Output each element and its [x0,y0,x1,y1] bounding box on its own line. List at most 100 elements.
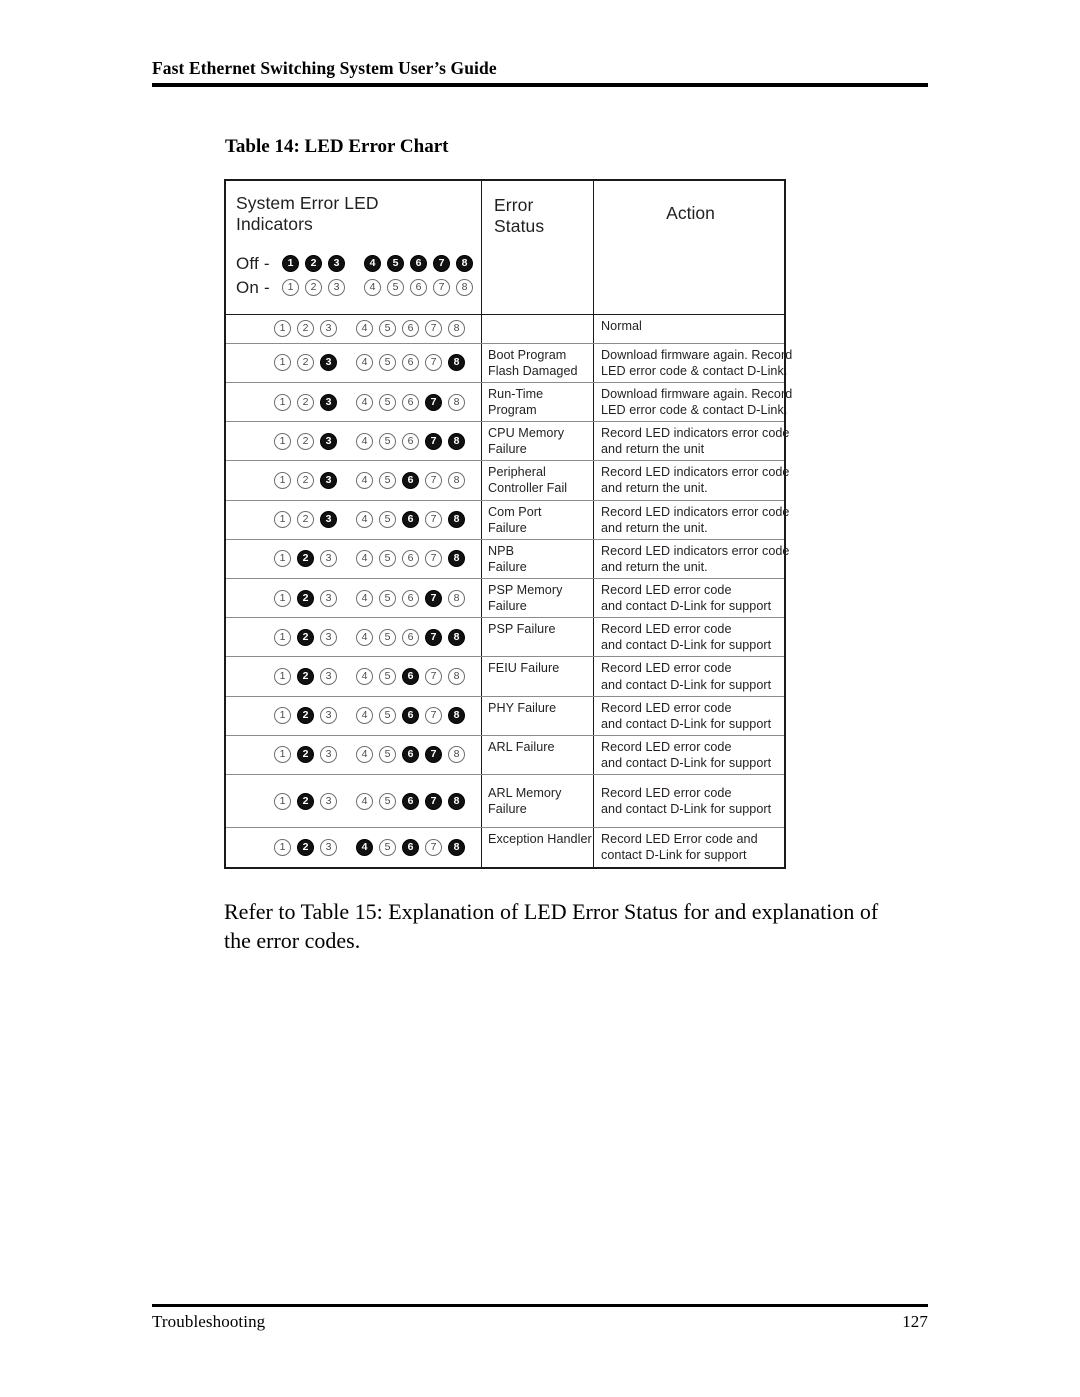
led-indicator-2-off: 2 [297,550,314,568]
led-indicator-1-on: 1 [274,589,291,607]
led-indicator-8-on: 8 [448,668,465,686]
action-line-1: Record LED error code [601,622,732,637]
led-indicator-4-on: 4 [356,354,373,372]
chart-cell-action: Record LED indicators error code and retu… [594,461,794,499]
chart-row: 1 2 3 4 5 6 7 8 PHY Failure Record LED error code… [226,696,784,736]
led-indicator-3-off: 3 [320,432,337,450]
error-status-line-2: Flash Damaged [488,363,578,378]
led-indicator-1-on: 1 [274,792,291,810]
action-text: Record LED error code and contact D-Link … [601,660,780,692]
chart-cell-action: Normal [594,315,784,343]
row-3-group-2: 45678 [356,393,471,411]
action-line-2: and return the unit [601,442,705,457]
chart-header-status-line1: Error [494,195,534,215]
table-caption: Table 14: LED Error Chart [225,136,448,158]
chart-header-leds-line1: System Error LED [236,193,379,213]
table-caption-number: Table 14: [225,136,300,157]
led-indicator-5-on: 5 [379,471,396,489]
chart-header-leds-title: System Error LED Indicators [236,193,481,236]
led-indicator-7-on: 7 [425,707,442,725]
chart-cell-leds: 123 45678 [226,657,482,696]
chart-cell-action: Record LED error code and contact D-Link … [594,657,784,695]
led-indicator-4-on: 4 [356,471,373,489]
chart-header-leds-cell: System Error LED Indicators Off - 123 456… [226,181,482,314]
led-indicator-3-off: 3 [320,393,337,411]
led-indicator-7-off: 7 [425,792,442,810]
led-indicator-1-on: 1 [274,707,291,725]
led-indicator-2-off: 2 [297,707,314,725]
led-indicator-1-on: 1 [274,668,291,686]
led-indicator-2-on: 2 [297,320,314,338]
action-text: Record LED Error code and contact D-Link … [601,831,780,863]
row-10-group-2: 45678 [356,668,471,686]
led-indicator-2-off: 2 [297,668,314,686]
led-indicator-1-on: 1 [274,511,291,529]
row-2-group-1: 123 [274,354,343,372]
row-14-group-2: 45678 [356,838,471,856]
led-strip: 123 45678 [274,393,471,411]
led-indicator-5-on: 5 [379,432,396,450]
legend-on-group-2: 45678 [364,279,479,297]
led-indicator-4-on: 4 [356,511,373,529]
chart-cell-action: Record LED error code and contact D-Link … [594,775,784,827]
footer-page-number: 127 [902,1312,928,1331]
led-indicator-2-on: 2 [297,393,314,411]
chart-cell-leds: 123 45678 [226,461,482,500]
header-rule [152,83,928,87]
led-indicator-1-on: 1 [274,746,291,764]
running-header: Fast Ethernet Switching System User’s Gu… [152,58,928,79]
led-strip: 123 45678 [274,511,471,529]
led-indicator-1-off: 1 [282,255,299,273]
row-5-group-2: 45678 [356,471,471,489]
led-indicator-3-on: 3 [320,320,337,338]
led-strip: 123 45678 [274,628,471,646]
led-indicator-4-off: 4 [356,838,373,856]
led-indicator-6-on: 6 [402,628,419,646]
chart-row: 1 2 3 4 5 6 7 8 Com Port Failure Record LED indica… [226,500,789,540]
led-indicator-1-on: 1 [274,550,291,568]
footer-rule [152,1304,928,1307]
page-footer: Troubleshooting 127 [152,1312,928,1332]
chart-row: 1 2 3 4 5 6 7 8 Run-Time Program Download firmware… [226,382,792,423]
action-line-2: contact D-Link for support [601,848,747,863]
action-line-1: Record LED indicators error code [601,426,790,441]
chart-cell-action: Record LED error code and contact D-Link … [594,579,784,617]
led-indicator-5-on: 5 [379,707,396,725]
chart-row: 1 2 3 4 5 6 7 8 FEIU Failure Record LED error cod… [226,657,784,697]
led-indicator-1-on: 1 [274,354,291,372]
error-status-line-1: PSP Memory [488,583,563,597]
row-1-group-2: 45678 [356,320,471,338]
led-indicator-6-on: 6 [402,550,419,568]
row-9-group-2: 45678 [356,628,471,646]
row-13-group-1: 123 [274,792,343,810]
action-line-1: Record LED error code [601,661,732,676]
led-indicator-8-on: 8 [448,393,465,411]
chart-header-action-title: Action [666,203,715,223]
error-status-line-1: Com Port [488,504,542,519]
led-strip: 123 45678 [274,707,471,725]
action-line-1: Record LED error code [601,786,732,801]
led-legend: Off - 123 45678 On - 123 45678 [236,252,481,304]
led-indicator-7-on: 7 [425,511,442,529]
led-indicator-3-on: 3 [328,279,345,297]
row-4-group-2: 45678 [356,432,471,450]
chart-header-action-cell: Action [594,181,784,314]
error-status-text: CPU Memory Failure [488,425,589,457]
led-indicator-2-on: 2 [297,471,314,489]
action-line-1: Record LED error code [601,700,732,715]
chart-header-status-cell: Error Status [482,181,594,314]
led-indicator-5-on: 5 [379,320,396,338]
action-line-2: and return the unit. [601,559,708,574]
led-indicator-6-on: 6 [402,432,419,450]
action-line-1: Record LED indicators error code [601,504,790,519]
led-strip: 123 45678 [274,432,471,450]
chart-cell-error-status: PHY Failure [482,696,594,735]
row-3-group-1: 123 [274,393,343,411]
action-text: Record LED indicators error code and retu… [601,464,790,496]
led-indicator-8-off: 8 [448,707,465,725]
led-indicator-3-on: 3 [320,792,337,810]
led-indicator-6-off: 6 [402,838,419,856]
led-indicator-8-off: 8 [448,354,465,372]
led-indicator-6-off: 6 [402,511,419,529]
chart-cell-error-status: Boot Program Flash Damaged [482,343,594,382]
